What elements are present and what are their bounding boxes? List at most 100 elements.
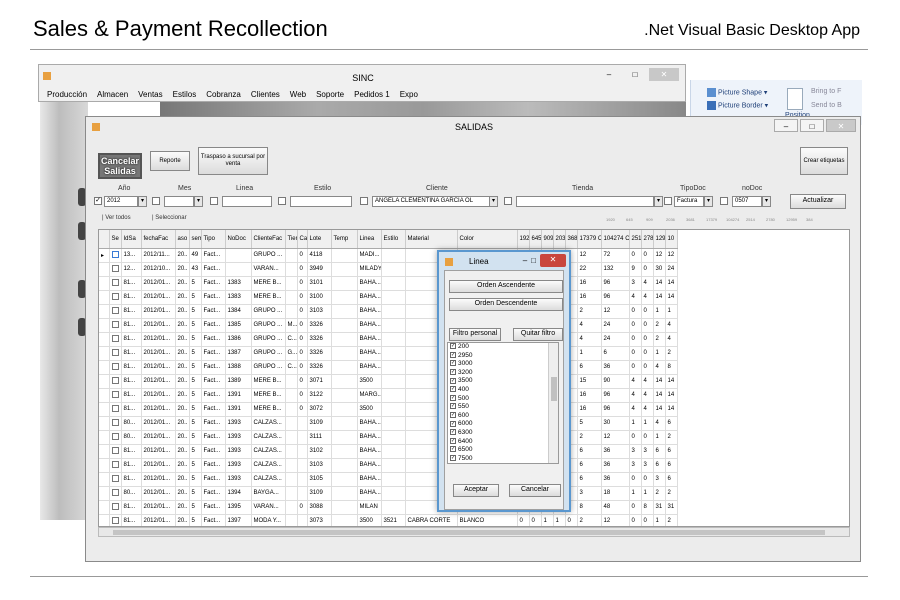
docno-checkbox[interactable] [720,197,728,205]
table-cell[interactable]: BAHA... [357,276,382,291]
table-cell[interactable]: Fact... [201,374,226,389]
linea-list-item[interactable]: ✓ 550 [448,403,558,412]
table-cell[interactable]: 3 [641,458,654,473]
column-header[interactable]: NoDoc [225,230,252,249]
linea-list-item[interactable]: ✓ 6300 [448,429,558,438]
table-cell[interactable]: 20.. [175,304,190,319]
table-row[interactable]: 80... 2012/01... 20.. 5 Fact... 1393 CALZAS...… [99,416,678,431]
table-cell[interactable]: 20.. [175,290,190,305]
column-header[interactable]: 12959 [653,230,666,249]
table-cell[interactable]: 0 [297,332,308,347]
row-indicator[interactable] [99,486,110,501]
linea-list-item[interactable]: ✓ 6500 [448,446,558,455]
table-cell[interactable]: MERE B... [251,290,286,305]
table-cell[interactable]: 0 [297,402,308,417]
table-cell[interactable]: Fact... [201,346,226,361]
table-cell[interactable]: 1 [541,514,554,526]
menu-web[interactable]: Web [290,90,306,99]
table-cell[interactable] [285,304,298,319]
table-cell[interactable] [297,458,308,473]
table-cell[interactable]: 4 [629,402,642,417]
table-cell[interactable]: 20.. [175,416,190,431]
linea-list-item[interactable]: ✓ 600 [448,412,558,421]
table-cell[interactable]: 43 [189,262,202,277]
table-cell[interactable]: Fact... [201,262,226,277]
table-cell[interactable]: Fact... [201,514,226,526]
table-cell[interactable]: 5 [189,402,202,417]
table-cell[interactable]: 3122 [307,388,332,403]
linea-list-item[interactable]: ✓ 7500 [448,455,558,463]
table-row[interactable]: 81... 2012/01... 20.. 5 Fact... 1393 CALZAS...… [99,444,678,459]
table-cell[interactable] [285,290,298,305]
table-cell[interactable]: 0 [641,514,654,526]
table-cell[interactable]: 1383 [225,290,252,305]
table-cell[interactable]: 22 [577,262,602,277]
table-cell[interactable]: 6 [577,360,602,375]
remove-filter-button[interactable]: Quitar filtro [513,328,563,341]
table-cell[interactable]: 0 [297,374,308,389]
menu-almacen[interactable]: Almacen [97,90,128,99]
table-cell[interactable] [225,248,252,263]
table-cell[interactable]: MADI... [357,248,382,263]
table-cell[interactable]: 1384 [225,304,252,319]
table-cell[interactable]: 20.. [175,318,190,333]
row-select-checkbox[interactable] [109,430,122,445]
table-cell[interactable] [381,276,406,291]
table-cell[interactable]: 9 [629,262,642,277]
store-field[interactable] [516,196,654,207]
table-cell[interactable]: 1394 [225,486,252,501]
salidas-close-button[interactable]: ✕ [826,119,856,132]
table-cell[interactable] [297,430,308,445]
table-cell[interactable]: 3500 [357,514,382,526]
table-cell[interactable]: BAHA... [357,458,382,473]
table-cell[interactable]: 5 [189,430,202,445]
table-cell[interactable] [297,472,308,487]
report-button[interactable]: Reporte [150,151,190,171]
table-cell[interactable]: 3088 [307,500,332,515]
table-cell[interactable]: 3500 [357,402,382,417]
table-cell[interactable]: GRUPO ... [251,346,286,361]
table-cell[interactable]: Fact... [201,304,226,319]
table-cell[interactable]: 2012/01... [141,402,176,417]
table-cell[interactable]: 0 [565,514,578,526]
table-cell[interactable]: 1397 [225,514,252,526]
table-cell[interactable]: BAHA... [357,360,382,375]
column-header[interactable]: Temp [331,230,358,249]
table-cell[interactable]: 2012/01... [141,472,176,487]
table-cell[interactable]: C... [285,332,298,347]
table-cell[interactable] [381,500,406,515]
table-cell[interactable]: 8 [665,360,678,375]
table-cell[interactable]: 72 [601,248,630,263]
table-cell[interactable]: 2012/01... [141,444,176,459]
row-select-checkbox[interactable] [109,486,122,501]
table-cell[interactable]: CABRA CORTE [405,514,458,526]
table-cell[interactable]: 2012/01... [141,500,176,515]
table-cell[interactable]: 2012/01... [141,416,176,431]
table-cell[interactable]: 1 [629,486,642,501]
table-cell[interactable]: 14 [665,290,678,305]
table-cell[interactable]: 3 [577,486,602,501]
linea-list-item[interactable]: ✓ 200 [448,343,558,352]
table-cell[interactable] [381,444,406,459]
table-cell[interactable]: 2 [653,486,666,501]
table-cell[interactable]: 16 [577,276,602,291]
table-cell[interactable]: 31 [653,500,666,515]
table-cell[interactable] [331,444,358,459]
linea-list-item[interactable]: ✓ 3200 [448,369,558,378]
table-cell[interactable]: 5 [189,444,202,459]
row-indicator[interactable] [99,472,110,487]
table-cell[interactable]: BAHA... [357,444,382,459]
table-cell[interactable]: 81... [121,304,142,319]
table-cell[interactable] [381,346,406,361]
table-cell[interactable] [331,346,358,361]
table-cell[interactable]: 0 [641,332,654,347]
table-cell[interactable]: 20.. [175,458,190,473]
table-row[interactable]: 81... 2012/01... 20.. 5 Fact... 1393 CALZAS...… [99,472,678,487]
table-cell[interactable]: 0 [629,248,642,263]
table-cell[interactable]: 4 [641,388,654,403]
table-cell[interactable] [331,332,358,347]
table-cell[interactable]: BAHA... [357,318,382,333]
table-cell[interactable] [285,458,298,473]
item-checkbox[interactable]: ✓ [450,420,456,427]
table-cell[interactable]: 12 [601,430,630,445]
